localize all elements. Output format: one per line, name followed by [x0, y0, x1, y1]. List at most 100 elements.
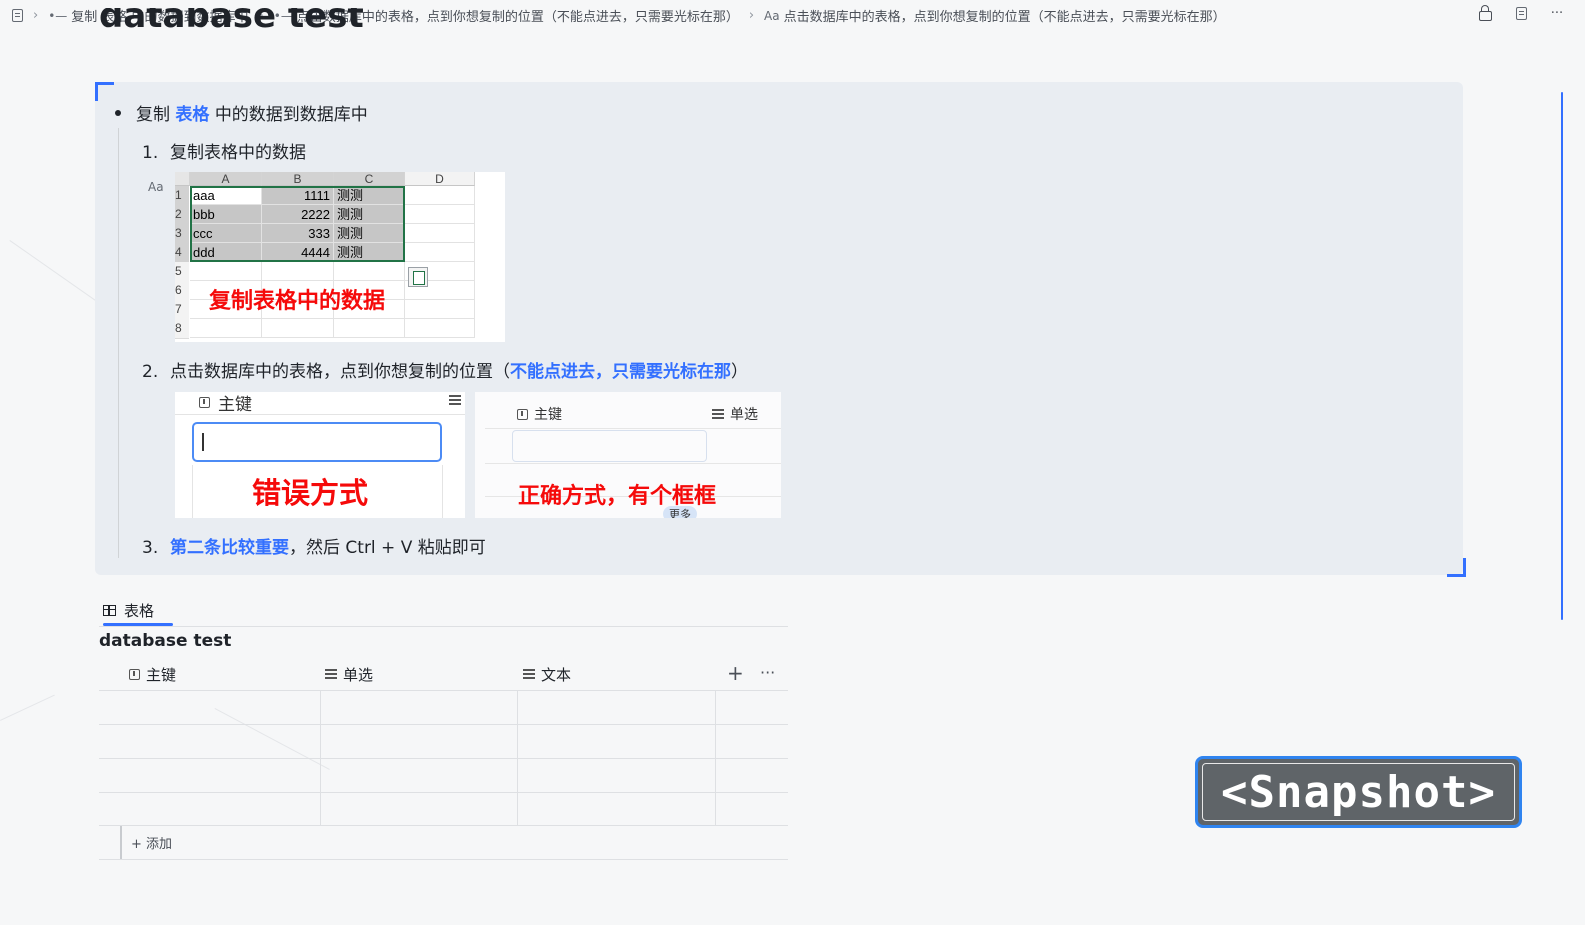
more-chip: 更多 [663, 506, 697, 518]
selection-corner-bottom-right[interactable] [1447, 558, 1466, 577]
row-divider [99, 859, 788, 860]
database-title[interactable]: database test [99, 631, 231, 651]
table-row[interactable] [99, 793, 320, 825]
row-header: 8 [175, 319, 189, 339]
background-decoration [0, 694, 55, 721]
column-header: A [190, 172, 262, 186]
column-header: B [262, 172, 334, 186]
tab-label: 表格 [124, 601, 155, 620]
wrong-way-screenshot: 主键 错误方式 [175, 392, 465, 518]
step-text: 点击数据库中的表格，点到你想复制的位置（ [170, 362, 510, 382]
list-icon [523, 669, 535, 679]
text-style-icon[interactable]: Aa [148, 180, 164, 194]
row-header: 5 [175, 262, 189, 282]
document-icon [1515, 6, 1527, 20]
table-row[interactable] [99, 691, 320, 724]
more-options-button[interactable]: ··· [760, 663, 775, 682]
add-column-button[interactable]: + [727, 661, 744, 685]
column-header-select: 单选 [712, 404, 758, 424]
document-info-button[interactable] [1513, 5, 1529, 21]
column-label: 文本 [541, 665, 572, 684]
editing-cell-input [192, 422, 442, 462]
bullet-text-post: 中的数据到数据库中 [214, 105, 368, 125]
step-highlight: 不能点进去，只需要光标在那 [510, 362, 731, 382]
paste-options-icon [408, 267, 428, 287]
list-icon [449, 395, 461, 405]
column-header: C [334, 172, 405, 186]
list-icon: •— [48, 8, 68, 23]
right-way-screenshot: 主键 单选 正确方式，有个框框 更多 [475, 392, 781, 518]
step-text: ，然后 Ctrl + V 粘贴即可 [289, 538, 486, 558]
column-header-key: 主键 [517, 404, 562, 424]
step-3[interactable]: 3. 第二条比较重要，然后 Ctrl + V 粘贴即可 [142, 533, 486, 558]
divider [485, 463, 781, 464]
focused-cell-frame [512, 430, 707, 462]
divider [175, 414, 465, 415]
cell [405, 300, 475, 319]
header-label: 主键 [218, 395, 252, 415]
step-number: 1. [142, 143, 159, 163]
document-icon[interactable] [12, 9, 23, 22]
cell [190, 262, 262, 281]
column-divider [320, 690, 321, 825]
cell [334, 262, 405, 281]
row-header: 2 [175, 205, 189, 225]
row-header: 6 [175, 281, 189, 301]
row-header: 3 [175, 224, 189, 244]
wrong-way-caption: 错误方式 [252, 476, 369, 510]
breadcrumb-item-label: 点击数据库中的表格，点到你想复制的位置（不能点进去，只需要光标在那） [783, 10, 1226, 25]
column-header-single-select[interactable]: 单选 [325, 664, 373, 684]
step-2[interactable]: 2. 点击数据库中的表格，点到你想复制的位置（不能点进去，只需要光标在那） [142, 357, 748, 382]
scrollbar[interactable] [1561, 92, 1563, 620]
selection-border [190, 186, 405, 262]
divider [485, 428, 781, 429]
bullet-text-pre: 复制 [136, 105, 170, 125]
page-title-text: database test [99, 8, 364, 34]
bullet-highlight: 表格 [175, 105, 210, 125]
table-icon [103, 604, 116, 616]
table-row[interactable] [99, 759, 320, 792]
snapshot-button[interactable]: <Snapshot> [1195, 756, 1522, 828]
table-row[interactable] [99, 725, 320, 758]
top-actions: ··· [1477, 4, 1565, 21]
bullet-item[interactable]: 复制 表格 中的数据到数据库中 [115, 100, 368, 125]
chevron-right-icon: › [748, 8, 755, 23]
select-all-corner [175, 172, 190, 186]
header-label: 单选 [730, 407, 758, 423]
step-text-post: ） [731, 362, 748, 382]
cell [262, 262, 334, 281]
more-button[interactable]: ··· [1549, 5, 1565, 21]
excel-screenshot: A B C D 1 2 3 4 5 6 7 8 aaa 1111 测测 bbb … [175, 172, 505, 342]
selection-corner-top-left [95, 82, 114, 101]
row-header: 1 [175, 186, 189, 206]
list-icon [325, 669, 337, 679]
column-header-key[interactable]: 主键 [129, 664, 176, 684]
column-label: 主键 [146, 665, 177, 684]
cell [405, 224, 475, 243]
list-icon [712, 409, 724, 419]
excel-caption: 复制表格中的数据 [209, 288, 386, 313]
breadcrumb-item-3[interactable]: Aa 点击数据库中的表格，点到你想复制的位置（不能点进去，只需要光标在那） [764, 6, 1226, 26]
cell [405, 186, 475, 205]
row-header: 4 [175, 243, 189, 263]
step-text: 复制表格中的数据 [170, 143, 306, 163]
indent-guide [118, 128, 119, 558]
divider [442, 465, 443, 518]
header-label: 主键 [534, 407, 562, 423]
lock-button[interactable] [1477, 4, 1493, 21]
tab-table-view[interactable]: 表格 [103, 594, 154, 626]
add-row-button[interactable]: + 添加 [131, 833, 172, 852]
column-header-text[interactable]: 文本 [523, 664, 571, 684]
key-icon [129, 668, 140, 680]
row-header: 7 [175, 300, 189, 320]
text-icon: Aa [764, 8, 780, 23]
bullet-dot [115, 109, 121, 116]
column-divider [517, 690, 518, 825]
column-header-key: 主键 [199, 392, 252, 415]
row-handle [120, 826, 122, 859]
cell [262, 319, 334, 338]
cell [405, 243, 475, 262]
key-icon [517, 408, 528, 420]
chevron-right-icon: › [33, 8, 39, 23]
step-1[interactable]: 1. 复制表格中的数据 [142, 138, 306, 163]
